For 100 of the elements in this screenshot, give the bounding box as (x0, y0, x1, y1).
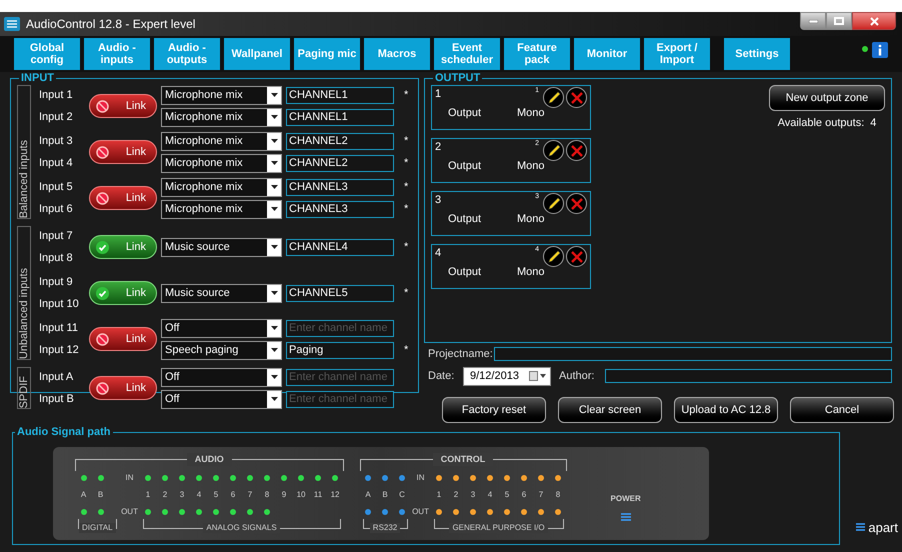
source-dropdown[interactable]: Speech paging (161, 340, 282, 360)
group-label: RS232 (370, 523, 400, 533)
zone-mode: Mono (517, 212, 545, 227)
channel-name-field[interactable]: CHANNEL1 (286, 108, 394, 126)
led-label: 1 (436, 489, 442, 501)
led-label: 4 (196, 489, 202, 501)
source-dropdown[interactable]: Microphone mix (161, 86, 282, 104)
edit-button[interactable] (543, 193, 564, 214)
action-button[interactable]: Upload to AC 12.8 (674, 397, 778, 423)
source-dropdown[interactable]: Microphone mix (161, 132, 282, 150)
new-output-zone-button[interactable]: New output zone (769, 85, 885, 111)
channel-name-field[interactable]: CHANNEL3 (286, 178, 394, 196)
edit-button[interactable] (543, 246, 564, 267)
power-label: POWER (610, 493, 641, 505)
input-label: Input 2 (39, 110, 74, 125)
channel-name-field[interactable]: CHANNEL3 (286, 200, 394, 218)
source-dropdown[interactable]: Off (161, 368, 282, 386)
zone-number: 1 (435, 87, 442, 102)
maximize-icon (834, 17, 844, 25)
input-label: Input 8 (39, 251, 74, 266)
delete-button[interactable] (566, 193, 587, 214)
source-dropdown[interactable]: Microphone mix (161, 178, 282, 196)
logo-icon (856, 523, 866, 532)
author-field[interactable] (605, 369, 892, 383)
link-button[interactable]: Link (89, 140, 157, 164)
source-dropdown[interactable]: Microphone mix (161, 200, 282, 218)
link-button[interactable]: Link (89, 235, 157, 259)
zone-mode: Mono (517, 265, 545, 280)
zone-label: Output (448, 106, 482, 121)
channel-name-field[interactable]: CHANNEL2 (286, 154, 394, 172)
close-icon (870, 16, 878, 26)
action-button[interactable]: Clear screen (558, 397, 662, 423)
dropdown-caret-icon (270, 115, 278, 119)
channel-name-field[interactable]: CHANNEL5 (286, 284, 394, 302)
link-button[interactable]: Link (89, 94, 157, 118)
zone-number: 3 (435, 193, 442, 208)
app-menu-icon[interactable] (4, 17, 20, 31)
delete-button[interactable] (566, 246, 587, 267)
action-button[interactable]: Cancel (790, 397, 894, 423)
edit-button[interactable] (543, 140, 564, 161)
dropdown-caret-icon (270, 207, 278, 211)
delete-button[interactable] (566, 87, 587, 108)
source-dropdown[interactable]: Music source (161, 284, 282, 302)
input-label: Input 10 (39, 297, 79, 312)
no-entry-icon (96, 382, 109, 394)
calendar-icon (529, 371, 547, 381)
action-button[interactable]: Factory reset (442, 397, 546, 423)
dropdown-caret-icon (270, 291, 278, 295)
zone-mode: Mono (517, 159, 545, 174)
channel-name-field[interactable]: CHANNEL4 (286, 238, 394, 256)
date-picker[interactable]: 9/12/2013 (463, 366, 551, 386)
modified-marker: * (404, 202, 408, 215)
channel-name-field[interactable]: CHANNEL1 (286, 86, 394, 104)
link-button[interactable]: Link (89, 186, 157, 210)
input-label: Input 11 (39, 321, 79, 336)
led-label: 1 (146, 489, 150, 501)
check-icon (96, 240, 109, 254)
led-label: 11 (314, 489, 322, 501)
modified-marker: * (404, 156, 408, 169)
link-button[interactable]: Link (89, 327, 157, 351)
dropdown-caret-icon (270, 93, 278, 97)
pencil-icon (546, 144, 560, 158)
input-label: Input 9 (39, 275, 74, 290)
dropdown-caret-icon (270, 161, 278, 165)
led-label: 2 (162, 489, 168, 501)
info-icon[interactable] (872, 42, 888, 58)
channel-name-field[interactable]: Paging (286, 342, 394, 358)
group-label: Balanced inputs (16, 138, 31, 218)
panel-title: OUTPUT (434, 73, 482, 83)
panel-title: INPUT (20, 73, 55, 83)
source-dropdown[interactable]: Music source (161, 238, 282, 256)
modified-marker: * (404, 88, 408, 101)
modified-marker: * (404, 180, 408, 193)
led-label: B (98, 489, 104, 501)
zone-label: Output (448, 265, 482, 280)
source-dropdown[interactable]: Off (161, 390, 282, 408)
edit-button[interactable] (543, 87, 564, 108)
led-label: 3 (180, 489, 184, 501)
dropdown-caret-icon (270, 185, 278, 189)
projectname-field[interactable] (494, 347, 892, 362)
source-dropdown[interactable]: Off (161, 318, 282, 338)
channel-name-field[interactable]: CHANNEL2 (286, 132, 394, 150)
dropdown-caret-icon (270, 397, 278, 401)
group-label: Unbalanced inputs (16, 266, 31, 359)
led-label: 7 (248, 489, 252, 501)
delete-button[interactable] (566, 140, 587, 161)
link-button[interactable]: Link (89, 376, 157, 400)
dropdown-caret-icon (270, 326, 278, 330)
zone-mode: Mono (517, 106, 545, 121)
maximize-button[interactable] (826, 12, 852, 30)
source-dropdown[interactable]: Microphone mix (161, 154, 282, 172)
led-label: 5 (504, 489, 510, 501)
led-label: 7 (538, 489, 544, 501)
zone-label: Output (448, 159, 482, 174)
source-dropdown[interactable]: Microphone mix (161, 108, 282, 126)
link-button[interactable]: Link (89, 281, 157, 305)
close-button[interactable] (852, 12, 896, 30)
led-label: A (80, 489, 86, 501)
minimize-button[interactable] (800, 12, 826, 30)
led-label: 4 (488, 489, 492, 501)
